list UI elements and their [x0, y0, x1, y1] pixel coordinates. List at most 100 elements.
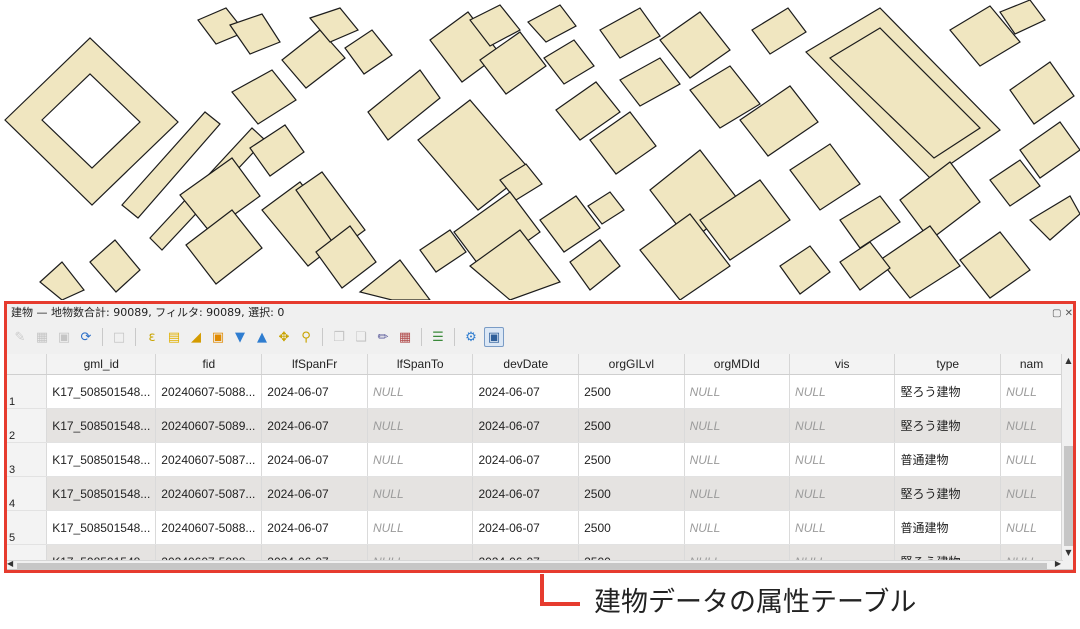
row-number[interactable]: 5	[5, 510, 48, 545]
table-cell[interactable]: NULL	[684, 544, 791, 560]
table-cell[interactable]: NULL	[1000, 374, 1063, 409]
table-cell[interactable]: NULL	[367, 408, 474, 443]
table-cell[interactable]: 普通建物	[894, 442, 1002, 477]
column-header[interactable]: orgMDId	[684, 354, 791, 375]
table-cell[interactable]: 2024-06-07	[472, 408, 580, 443]
column-header[interactable]: fid	[155, 354, 263, 375]
attribute-table-window[interactable]: 建物 — 地物数合計: 90089, フィルタ: 90089, 選択: 0 ▢ …	[4, 303, 1076, 570]
table-cell[interactable]: NULL	[367, 442, 474, 477]
row-number[interactable]: 1	[5, 374, 48, 409]
table-cell[interactable]: 2024-06-07	[472, 442, 580, 477]
paste-icon[interactable]: ❑	[352, 328, 370, 346]
table-cell[interactable]: 堅ろう建物	[894, 476, 1002, 511]
table-cell[interactable]: NULL	[684, 476, 791, 511]
new-feature-icon[interactable]: □	[110, 328, 128, 346]
scroll-left-icon[interactable]: ◀	[7, 559, 13, 568]
map-canvas[interactable]	[0, 0, 1080, 300]
table-cell[interactable]: 20240607-5088...	[155, 510, 263, 545]
table-cell[interactable]: NULL	[789, 476, 896, 511]
scroll-thumb[interactable]	[1064, 446, 1073, 546]
table-cell[interactable]: NULL	[684, 408, 791, 443]
organize-columns-icon[interactable]: ☰	[429, 328, 447, 346]
scroll-right-icon[interactable]: ▶	[1055, 559, 1061, 568]
table-cell[interactable]: NULL	[684, 374, 791, 409]
invert-selection-icon[interactable]: ◢	[187, 328, 205, 346]
table-cell[interactable]: 堅ろう建物	[894, 408, 1002, 443]
pencil-icon[interactable]: ✎	[11, 328, 29, 346]
copy-icon[interactable]: ❐	[330, 328, 348, 346]
restore-icon[interactable]: ▢	[1052, 308, 1061, 319]
table-cell[interactable]: 2024-06-07	[472, 510, 580, 545]
table-row[interactable]: 3 K17_508501548... 20240607-5087... 2024-06…	[5, 442, 1063, 477]
table-cell[interactable]: 堅ろう建物	[894, 544, 1002, 560]
table-cell[interactable]: K17_508501548...	[46, 442, 157, 477]
table-cell[interactable]: 2024-06-07	[261, 510, 368, 545]
table-cell[interactable]: 2024-06-07	[261, 408, 368, 443]
horizontal-scrollbar[interactable]: ◀ ▶	[5, 559, 1063, 569]
table-cell[interactable]: K17_508501548...	[46, 544, 157, 560]
multi-edit-icon[interactable]: ▦	[33, 328, 51, 346]
column-header[interactable]: lfSpanTo	[367, 354, 474, 375]
table-cell[interactable]: NULL	[684, 442, 791, 477]
column-header[interactable]: type	[894, 354, 1002, 375]
table-cell[interactable]: 20240607-5089...	[155, 408, 263, 443]
column-header[interactable]: orgGILvl	[578, 354, 685, 375]
table-cell[interactable]: K17_508501548...	[46, 476, 157, 511]
pan-to-selection-icon[interactable]: ✥	[275, 328, 293, 346]
table-cell[interactable]: K17_508501548...	[46, 408, 157, 443]
table-cell[interactable]: NULL	[367, 374, 474, 409]
column-header[interactable]: nam	[1000, 354, 1063, 375]
table-cell[interactable]: 堅ろう建物	[894, 374, 1002, 409]
field-calculator-icon[interactable]: ✏	[374, 328, 392, 346]
move-selection-top-icon[interactable]: ▲	[253, 328, 271, 346]
table-row[interactable]: 5 K17_508501548... 20240607-5088... 2024-06…	[5, 510, 1063, 545]
table-cell[interactable]: 2500	[578, 408, 685, 443]
column-header[interactable]: gml_id	[46, 354, 157, 375]
select-by-expression-icon[interactable]: ε	[143, 328, 161, 346]
table-row[interactable]: 2 K17_508501548... 20240607-5089... 2024-06…	[5, 408, 1063, 443]
close-icon[interactable]: ✕	[1065, 308, 1073, 319]
table-cell[interactable]: 2024-06-07	[472, 374, 580, 409]
corner-cell[interactable]	[5, 354, 48, 375]
table-cell[interactable]: 2500	[578, 442, 685, 477]
table-cell[interactable]: K17_508501548...	[46, 374, 157, 409]
table-cell[interactable]: 普通建物	[894, 510, 1002, 545]
row-number[interactable]: 3	[5, 442, 48, 477]
table-cell[interactable]: 2500	[578, 544, 685, 560]
window-buttons[interactable]: ▢ ✕	[1052, 305, 1073, 323]
table-cell[interactable]: NULL	[1000, 510, 1063, 545]
table-cell[interactable]: 2024-06-07	[261, 374, 368, 409]
column-header[interactable]: lfSpanFr	[261, 354, 368, 375]
table-cell[interactable]: 2024-06-07	[261, 544, 368, 560]
table-row[interactable]: 1 K17_508501548... 20240607-5088... 2024-06…	[5, 374, 1063, 409]
table-cell[interactable]: 2024-06-07	[261, 476, 368, 511]
dock-icon[interactable]: ▣	[484, 327, 504, 347]
table-cell[interactable]: 20240607-5087...	[155, 476, 263, 511]
scroll-thumb-horizontal[interactable]	[17, 563, 1047, 569]
table-cell[interactable]: NULL	[684, 510, 791, 545]
table-cell[interactable]: 2024-06-07	[261, 442, 368, 477]
table-cell[interactable]: NULL	[1000, 544, 1063, 560]
table-cell[interactable]: K17_508501548...	[46, 510, 157, 545]
table-cell[interactable]: NULL	[1000, 476, 1063, 511]
table-row[interactable]: 6K17_508501548...20240607-5088...2024-06…	[5, 544, 1063, 560]
attribute-grid[interactable]: gml_id fid lfSpanFr lfSpanTo devDate org…	[5, 354, 1063, 560]
table-cell[interactable]: NULL	[789, 510, 896, 545]
row-number[interactable]: 2	[5, 408, 48, 443]
reload-icon[interactable]: ⟳	[77, 328, 95, 346]
table-cell[interactable]: 2500	[578, 510, 685, 545]
table-cell[interactable]: NULL	[789, 544, 896, 560]
table-cell[interactable]: NULL	[789, 408, 896, 443]
row-number[interactable]: 6	[5, 544, 48, 560]
column-header[interactable]: devDate	[472, 354, 580, 375]
vertical-scrollbar[interactable]: ▲ ▼	[1061, 354, 1075, 560]
table-cell[interactable]: 20240607-5088...	[155, 374, 263, 409]
table-cell[interactable]: 2500	[578, 476, 685, 511]
scroll-down-icon[interactable]: ▼	[1062, 546, 1075, 560]
select-all-icon[interactable]: ▤	[165, 328, 183, 346]
table-cell[interactable]: NULL	[1000, 442, 1063, 477]
table-cell[interactable]: NULL	[367, 510, 474, 545]
column-header[interactable]: vis	[789, 354, 896, 375]
table-cell[interactable]: 20240607-5087...	[155, 442, 263, 477]
table-cell[interactable]: NULL	[789, 442, 896, 477]
